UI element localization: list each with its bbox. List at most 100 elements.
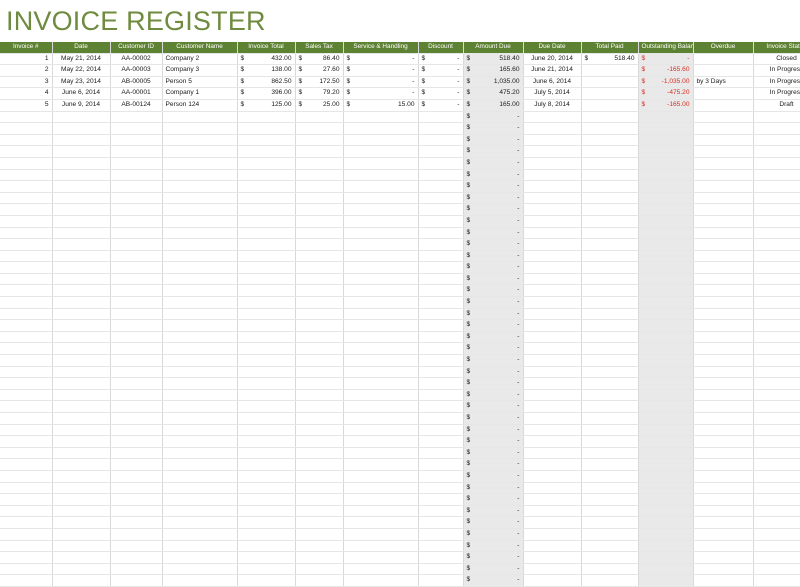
cell-status-empty-36[interactable]	[753, 528, 800, 541]
cell-date-empty-38[interactable]	[52, 551, 111, 564]
cell-invoice-no-empty-17[interactable]	[0, 308, 53, 321]
cell-discount-empty-5[interactable]	[418, 169, 464, 182]
column-header-amount-due[interactable]: Amount Due	[463, 42, 524, 54]
cell-due-date-empty-29[interactable]	[523, 447, 582, 460]
cell-total-paid-empty-16[interactable]	[581, 296, 639, 309]
cell-outstanding-empty-10[interactable]	[638, 227, 694, 240]
cell-outstanding-empty-16[interactable]	[638, 296, 694, 309]
cell-outstanding-empty-9[interactable]	[638, 215, 694, 228]
cell-status-empty-1[interactable]	[753, 122, 800, 135]
table-row-empty[interactable]: $-	[0, 261, 800, 274]
cell-outstanding-empty-39[interactable]	[638, 563, 694, 576]
cell-invoice-total-empty-1[interactable]	[237, 122, 296, 135]
cell-customer-name-3[interactable]: Company 1	[162, 87, 238, 100]
cell-overdue-empty-37[interactable]	[693, 540, 754, 553]
cell-invoice-no-empty-35[interactable]	[0, 516, 53, 529]
cell-sales-tax-empty-11[interactable]	[295, 238, 344, 251]
cell-due-date-0[interactable]: June 20, 2014	[523, 53, 582, 66]
cell-discount-empty-7[interactable]	[418, 192, 464, 205]
cell-outstanding-empty-22[interactable]	[638, 366, 694, 379]
cell-overdue-empty-38[interactable]	[693, 551, 754, 564]
cell-date-empty-27[interactable]	[52, 424, 111, 437]
cell-customer-id-2[interactable]: AB-00005	[110, 76, 163, 89]
cell-discount-empty-27[interactable]	[418, 424, 464, 437]
cell-due-date-empty-4[interactable]	[523, 157, 582, 170]
cell-sales-tax-empty-12[interactable]	[295, 250, 344, 263]
cell-discount-empty-12[interactable]	[418, 250, 464, 263]
cell-due-date-empty-5[interactable]	[523, 169, 582, 182]
cell-amount-due-empty-37[interactable]: $ -	[463, 540, 524, 553]
cell-due-date-2[interactable]: June 6, 2014	[523, 76, 582, 89]
cell-outstanding-empty-34[interactable]	[638, 505, 694, 518]
cell-date-empty-12[interactable]	[52, 250, 111, 263]
cell-customer-name-empty-26[interactable]	[162, 412, 238, 425]
cell-service-handling-3[interactable]: $ -	[343, 87, 419, 100]
cell-discount-empty-18[interactable]	[418, 319, 464, 332]
cell-amount-due-empty-29[interactable]: $ -	[463, 447, 524, 460]
cell-date-empty-1[interactable]	[52, 122, 111, 135]
cell-outstanding-empty-30[interactable]	[638, 458, 694, 471]
cell-sales-tax-empty-25[interactable]	[295, 400, 344, 413]
cell-customer-name-empty-18[interactable]	[162, 319, 238, 332]
column-header-sales-tax[interactable]: Sales Tax	[295, 42, 344, 54]
cell-amount-due-empty-16[interactable]: $ -	[463, 296, 524, 309]
cell-invoice-no-empty-26[interactable]	[0, 412, 53, 425]
cell-invoice-total-empty-26[interactable]	[237, 412, 296, 425]
cell-service-handling-empty-5[interactable]	[343, 169, 419, 182]
cell-sales-tax-empty-23[interactable]	[295, 377, 344, 390]
cell-service-handling-empty-18[interactable]	[343, 319, 419, 332]
cell-status-empty-12[interactable]	[753, 250, 800, 263]
cell-date-empty-39[interactable]	[52, 563, 111, 576]
cell-invoice-no-empty-25[interactable]	[0, 400, 53, 413]
table-row-empty[interactable]: $-	[0, 412, 800, 425]
cell-invoice-total-empty-11[interactable]	[237, 238, 296, 251]
cell-invoice-no-empty-29[interactable]	[0, 447, 53, 460]
cell-due-date-empty-21[interactable]	[523, 354, 582, 367]
cell-status-empty-38[interactable]	[753, 551, 800, 564]
cell-service-handling-empty-22[interactable]	[343, 366, 419, 379]
cell-discount-empty-26[interactable]	[418, 412, 464, 425]
cell-customer-name-empty-16[interactable]	[162, 296, 238, 309]
cell-customer-name-empty-4[interactable]	[162, 157, 238, 170]
cell-discount-empty-31[interactable]	[418, 470, 464, 483]
cell-customer-id-empty-35[interactable]	[110, 516, 163, 529]
cell-sales-tax-empty-35[interactable]	[295, 516, 344, 529]
table-row-empty[interactable]: $-	[0, 389, 800, 402]
cell-amount-due-4[interactable]: $165.00	[463, 99, 524, 112]
cell-invoice-total-empty-13[interactable]	[237, 261, 296, 274]
cell-service-handling-empty-8[interactable]	[343, 203, 419, 216]
cell-customer-id-empty-10[interactable]	[110, 227, 163, 240]
cell-overdue-empty-31[interactable]	[693, 470, 754, 483]
cell-customer-id-empty-0[interactable]	[110, 111, 163, 124]
cell-customer-id-empty-30[interactable]	[110, 458, 163, 471]
cell-customer-id-empty-11[interactable]	[110, 238, 163, 251]
cell-service-handling-empty-7[interactable]	[343, 192, 419, 205]
cell-status-empty-34[interactable]	[753, 505, 800, 518]
cell-invoice-no-empty-4[interactable]	[0, 157, 53, 170]
cell-date-empty-14[interactable]	[52, 273, 111, 286]
cell-service-handling-empty-17[interactable]	[343, 308, 419, 321]
cell-status-empty-13[interactable]	[753, 261, 800, 274]
cell-sales-tax-empty-8[interactable]	[295, 203, 344, 216]
cell-invoice-status-0[interactable]: Closed	[753, 53, 800, 66]
cell-amount-due-empty-13[interactable]: $ -	[463, 261, 524, 274]
cell-invoice-total-empty-34[interactable]	[237, 505, 296, 518]
cell-outstanding-empty-38[interactable]	[638, 551, 694, 564]
cell-customer-id-empty-6[interactable]	[110, 180, 163, 193]
cell-invoice-total-empty-3[interactable]	[237, 145, 296, 158]
cell-invoice-total-empty-21[interactable]	[237, 354, 296, 367]
table-row-empty[interactable]: $-	[0, 169, 800, 182]
cell-customer-id-empty-17[interactable]	[110, 308, 163, 321]
cell-amount-due-empty-32[interactable]: $ -	[463, 482, 524, 495]
cell-sales-tax-empty-38[interactable]	[295, 551, 344, 564]
cell-customer-name-empty-5[interactable]	[162, 169, 238, 182]
cell-due-date-empty-13[interactable]	[523, 261, 582, 274]
column-header-due-date[interactable]: Due Date	[523, 42, 582, 54]
cell-date-empty-2[interactable]	[52, 134, 111, 147]
cell-customer-name-empty-23[interactable]	[162, 377, 238, 390]
cell-invoice-no-3[interactable]: 4	[0, 87, 53, 100]
table-row-empty[interactable]: $-	[0, 250, 800, 263]
cell-due-date-empty-34[interactable]	[523, 505, 582, 518]
cell-invoice-no-empty-12[interactable]	[0, 250, 53, 263]
cell-total-paid-3[interactable]	[581, 87, 639, 100]
